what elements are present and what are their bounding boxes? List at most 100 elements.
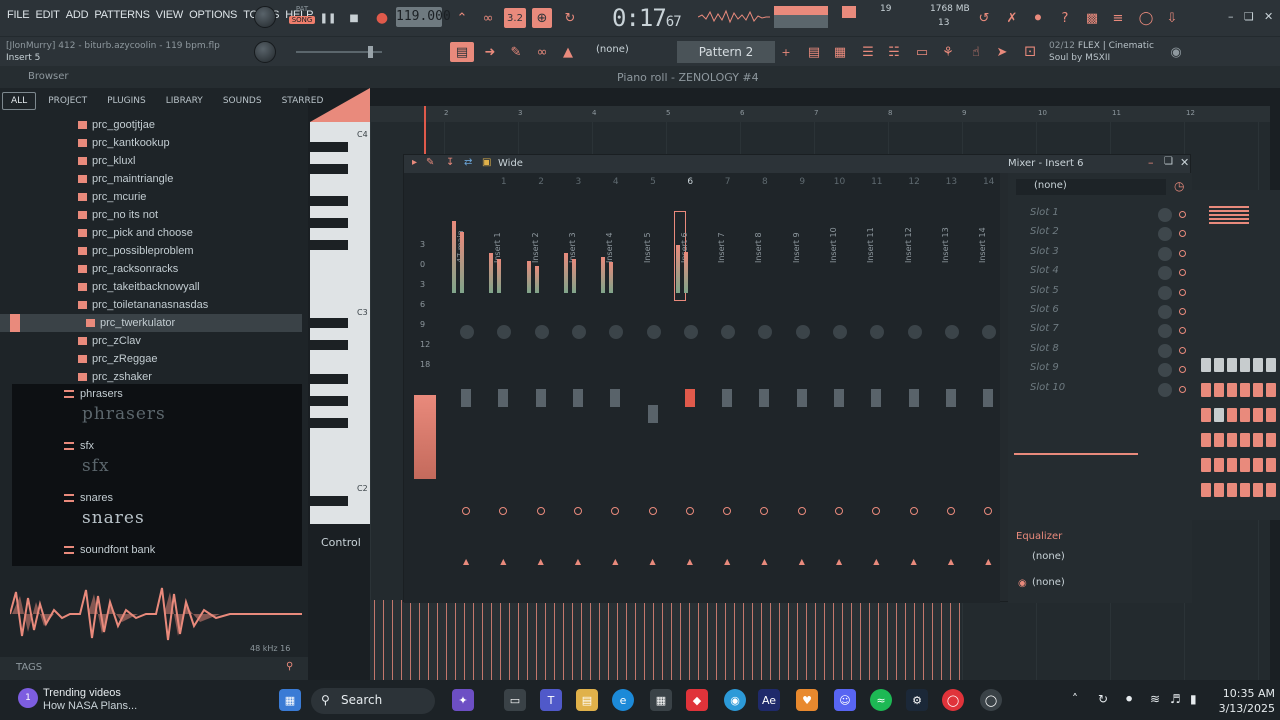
volume-fader[interactable] — [647, 405, 658, 423]
fx-slot[interactable]: Slot 6 — [1020, 304, 1188, 323]
mixer-strip[interactable]: 14 Insert 14 ▲ — [970, 173, 1007, 603]
pan-knob[interactable] — [795, 325, 810, 339]
slot-enable-led[interactable] — [1179, 211, 1186, 218]
sync-icon[interactable]: ↻ — [1098, 692, 1108, 706]
fx-slot[interactable]: Slot 5 — [1020, 285, 1188, 304]
song-time-display[interactable]: 0:1767 — [612, 4, 682, 32]
step-button[interactable] — [1266, 483, 1276, 497]
fx-slot[interactable]: Slot 4 — [1020, 265, 1188, 284]
piano-icon[interactable]: ▤ — [450, 42, 474, 62]
tab-all[interactable]: ALL — [2, 92, 37, 110]
fx-slot[interactable]: Slot 2 — [1020, 226, 1188, 245]
minimize-icon[interactable]: – — [1148, 156, 1154, 169]
loop-record-icon[interactable]: ∞ — [478, 8, 498, 28]
folder-item[interactable]: sfx — [12, 436, 302, 456]
chrome-icon[interactable]: ◯ — [942, 689, 964, 711]
black-key[interactable] — [310, 396, 348, 406]
latency-icon[interactable]: ◷ — [1174, 179, 1184, 193]
mute-toggle[interactable] — [611, 507, 620, 515]
black-key[interactable] — [310, 340, 348, 350]
step-button[interactable] — [1227, 383, 1237, 397]
hint-bar[interactable]: 02/12 FLEX | Cinematic Soul by MSXII — [1049, 40, 1154, 64]
slot-enable-led[interactable] — [1179, 230, 1186, 238]
piano-roll-ruler[interactable]: 2 3 4 5 6 7 8 9 10 11 12 — [370, 106, 1270, 122]
pat-song-toggle[interactable]: PAT SONG — [289, 5, 315, 31]
metronome-icon[interactable]: ⌃ — [452, 8, 472, 28]
step-button[interactable] — [1201, 408, 1211, 422]
volume-fader[interactable] — [908, 389, 919, 407]
mixer-strip[interactable]: 1 Insert 1 ▲ — [485, 173, 522, 603]
link-icon[interactable]: ∞ — [532, 42, 552, 62]
mixer-strip[interactable]: 5 Insert 5 ▲ — [635, 173, 672, 603]
plug-icon[interactable]: ⚘ — [938, 42, 958, 62]
folder-item[interactable]: snares — [12, 488, 302, 508]
slot-enable-led[interactable] — [1179, 385, 1186, 393]
globe-icon[interactable]: ◉ — [1166, 42, 1186, 62]
file-explorer-icon[interactable]: ▤ — [576, 689, 598, 711]
slot-enable-led[interactable] — [1179, 269, 1186, 277]
slot-enable-led[interactable] — [1179, 327, 1186, 335]
step-button[interactable] — [1266, 433, 1276, 447]
discord-icon[interactable]: ☺ — [834, 689, 856, 711]
step-button[interactable] — [1214, 383, 1224, 397]
fx-slot[interactable]: Slot 3 — [1020, 246, 1188, 265]
fx-slot[interactable]: Slot 10 — [1020, 382, 1188, 401]
mute-toggle[interactable] — [984, 507, 993, 515]
mixer-mode[interactable]: Wide — [498, 158, 523, 169]
pan-knob[interactable] — [833, 325, 847, 339]
mute-toggle[interactable] — [648, 507, 657, 515]
list-item[interactable]: prc_kantkookup — [0, 134, 302, 152]
menu-edit[interactable]: EDIT — [32, 9, 62, 21]
mute-toggle[interactable] — [909, 507, 918, 515]
volume-icon[interactable]: ♬ — [1170, 692, 1181, 706]
after-effects-icon[interactable]: Ae — [758, 689, 780, 711]
pan-knob[interactable] — [571, 325, 586, 339]
route-arrow-icon[interactable]: ▲ — [761, 557, 767, 566]
tab-sounds[interactable]: SOUNDS — [215, 93, 270, 109]
task-view-icon[interactable]: ▭ — [504, 689, 526, 711]
slot-mix-knob[interactable] — [1158, 305, 1172, 319]
list-item[interactable]: prc_possibleproblem — [0, 242, 302, 260]
list-item[interactable]: prc_kluxl — [0, 152, 302, 170]
volume-fader[interactable] — [572, 389, 583, 407]
mic-icon[interactable]: ⚫ — [1028, 8, 1048, 28]
black-key[interactable] — [310, 496, 348, 506]
list-item[interactable]: prc_toiletananasnasdas — [0, 296, 302, 314]
route-arrow-icon[interactable]: ▲ — [538, 557, 544, 566]
wide-icon[interactable]: ▣ — [482, 157, 491, 168]
list-item[interactable]: prc_zClav — [0, 332, 302, 350]
snap-selector[interactable]: (none) — [596, 44, 629, 55]
pan-knob[interactable] — [497, 325, 512, 339]
step-button[interactable] — [1201, 483, 1211, 497]
step-button[interactable] — [1227, 483, 1237, 497]
pan-knob[interactable] — [534, 325, 549, 339]
copilot-icon[interactable]: ✦ — [452, 689, 474, 711]
minimize-button[interactable]: – — [1228, 10, 1234, 23]
folder-item[interactable]: phrasers — [12, 384, 302, 404]
black-key[interactable] — [310, 374, 348, 384]
export-icon[interactable]: ➤ — [992, 42, 1012, 62]
step-button[interactable] — [1266, 383, 1276, 397]
step-button[interactable] — [1266, 408, 1276, 422]
volume-fader[interactable] — [535, 389, 546, 407]
pan-knob[interactable] — [907, 325, 922, 339]
step-button[interactable] — [1240, 433, 1250, 447]
mute-toggle[interactable] — [462, 507, 470, 515]
folder-item[interactable]: soundfont bank — [12, 540, 302, 560]
fx-slot[interactable]: Slot 8 — [1020, 343, 1188, 362]
stop-button[interactable]: ■ — [344, 8, 364, 28]
slot-mix-knob[interactable] — [1158, 285, 1172, 300]
send-1[interactable]: (none) — [1016, 551, 1186, 567]
step-button[interactable] — [1253, 358, 1263, 372]
maximize-icon[interactable]: ❏ — [1164, 156, 1173, 167]
route-arrow-icon[interactable]: ▲ — [612, 557, 618, 566]
volume-fader[interactable] — [498, 389, 509, 407]
close-button[interactable]: ✕ — [1264, 10, 1273, 23]
master-volume-knob[interactable] — [254, 6, 276, 28]
black-key[interactable] — [310, 418, 348, 428]
piano-keys[interactable]: C4 C3 C2 — [310, 122, 370, 524]
mute-toggle[interactable] — [835, 507, 843, 515]
step-button[interactable] — [1227, 458, 1237, 472]
mute-toggle[interactable] — [797, 507, 806, 515]
black-key[interactable] — [310, 164, 348, 174]
